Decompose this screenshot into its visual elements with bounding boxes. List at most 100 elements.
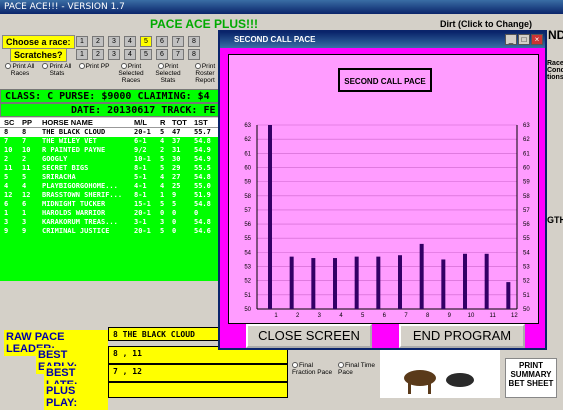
table-row[interactable]: 12 12 BRASSTOWN SHERIF... 8-1 1 9 51.9 [0,191,222,200]
table-cell: 15-1 [134,200,151,208]
table-cell: 1 [22,209,27,217]
race-button-2[interactable]: 2 [92,36,104,47]
radio-icon[interactable] [157,63,164,70]
minimize-button[interactable]: _ [505,34,517,45]
table-cell: 31 [172,146,181,154]
table-cell: 30 [172,155,181,163]
print-option-label: Print All Races [10,63,35,77]
table-row[interactable]: 5 5 SRIRACHA 5-1 4 27 54.8 [0,173,222,182]
close-window-button[interactable]: × [531,34,543,45]
x-tick-label: 9 [448,313,452,319]
surface-toggle[interactable]: Dirt (Click to Change) [440,19,532,29]
table-row[interactable]: 11 11 SECRET BIGS 8-1 5 29 55.5 [0,164,222,173]
table-row[interactable]: 6 6 MIDNIGHT TUCKER 15-1 5 5 54.8 [0,200,222,209]
table-row[interactable]: 7 7 THE WILEY VET 6-1 4 37 54.8 [0,137,222,146]
table-cell: KARAKORUM TREAS... [42,218,118,226]
table-cell: 27 [172,173,181,181]
x-tick-label: 3 [318,313,322,319]
table-row[interactable]: 10 10 R PAINTED PAYNE 9/2 2 31 54.9 [0,146,222,155]
class-purse-bar: CLASS: C PURSE: $9000 CLAIMING: $4 [0,89,222,103]
table-cell: 6-1 [134,137,147,145]
y-tick-label-right: 55 [523,236,530,242]
scratch-button-4[interactable]: 4 [124,49,136,60]
table-cell: PLAYBIGORGOHOME... [42,182,118,190]
table-cell: 8-1 [134,191,147,199]
table-cell: 0 [160,209,165,217]
best-late-value: 7 , 12 [108,364,288,382]
bar-5 [354,256,359,309]
race-button-4[interactable]: 4 [124,36,136,47]
radio-icon[interactable] [5,63,12,70]
scratch-button-1[interactable]: 1 [76,49,88,60]
close-screen-button[interactable]: CLOSE SCREEN [246,324,372,348]
print-option-4[interactable]: Print Selected Stats [150,63,186,84]
scratch-button-5[interactable]: 5 [140,49,152,60]
radio-icon[interactable] [42,63,49,70]
y-tick-label: 61 [244,151,251,157]
table-cell: 4 [160,173,165,181]
bar-6 [376,256,381,309]
end-program-button[interactable]: END PROGRAM [399,324,525,348]
table-cell: 0 [172,218,177,226]
choose-race-label: Choose a race: [2,35,75,49]
table-row[interactable]: 3 3 KARAKORUM TREAS... 3-1 3 0 54.8 [0,218,222,227]
y-tick-label-right: 60 [523,165,530,171]
scratch-button-8[interactable]: 8 [188,49,200,60]
x-tick-label: 2 [296,313,300,319]
table-cell: 10-1 [134,155,151,163]
print-option-2[interactable]: Print PP [76,63,112,70]
table-cell: 3-1 [134,218,147,226]
table-cell: SECRET BIGS [42,164,89,172]
radio-icon[interactable] [338,362,344,369]
table-cell: 2 [4,155,9,163]
pace-radio-2[interactable]: Final Fraction Pace [292,362,334,376]
y-tick-label: 56 [244,222,251,228]
maximize-button[interactable]: □ [518,34,530,45]
table-row[interactable]: 4 4 PLAYBIGORGOHOME... 4-1 4 25 55.0 [0,182,222,191]
table-cell: 2 [22,155,27,163]
bar-12 [506,282,511,309]
print-option-0[interactable]: Print All Races [2,63,38,77]
y-tick-label-right: 56 [523,222,530,228]
x-tick-label: 8 [426,313,430,319]
y-tick-label-right: 61 [523,151,530,157]
x-tick-label: 6 [383,313,387,319]
race-button-5[interactable]: 5 [140,36,152,47]
pace-radio-3[interactable]: Final Time Pace [338,362,380,376]
bar-2 [289,256,294,309]
table-row[interactable]: 2 2 GOOGLY 10-1 5 30 54.9 [0,155,222,164]
table-cell: 4 [4,182,9,190]
radio-icon[interactable] [194,63,201,70]
table-cell: 8 [22,128,27,136]
column-header: PP [22,118,33,127]
print-option-3[interactable]: Print Selected Races [113,63,149,84]
print-option-label: Print PP [85,63,110,70]
table-cell: 11 [22,164,31,172]
radio-icon[interactable] [292,362,298,369]
table-cell: 47 [172,128,181,136]
y-tick-label-right: 58 [523,194,530,200]
race-button-1[interactable]: 1 [76,36,88,47]
radio-icon[interactable] [78,63,85,70]
race-button-6[interactable]: 6 [156,36,168,47]
print-summary-bet-sheet-button[interactable]: PRINT SUMMARY BET SHEET [505,358,557,398]
race-button-3[interactable]: 3 [108,36,120,47]
race-button-8[interactable]: 8 [188,36,200,47]
print-option-1[interactable]: Print All Stats [39,63,75,77]
scratch-button-7[interactable]: 7 [172,49,184,60]
scratch-button-6[interactable]: 6 [156,49,168,60]
table-cell: 12 [4,191,13,199]
scratch-button-3[interactable]: 3 [108,49,120,60]
table-cell: 6 [22,200,27,208]
bar-1 [268,125,272,309]
column-header: SC [4,118,15,127]
table-cell: HAROLDS WARRIOR [42,209,106,217]
radio-icon[interactable] [120,63,127,70]
x-tick-label: 5 [361,313,365,319]
table-cell: 5 [160,128,165,136]
y-tick-label-right: 54 [523,250,530,256]
race-button-7[interactable]: 7 [172,36,184,47]
table-row[interactable]: 8 8 THE BLACK CLOUD 20-1 5 47 55.7 [0,128,222,137]
scratch-button-2[interactable]: 2 [92,49,104,60]
table-row[interactable]: 1 1 HAROLDS WARRIOR 20-1 0 0 0 [0,209,222,218]
